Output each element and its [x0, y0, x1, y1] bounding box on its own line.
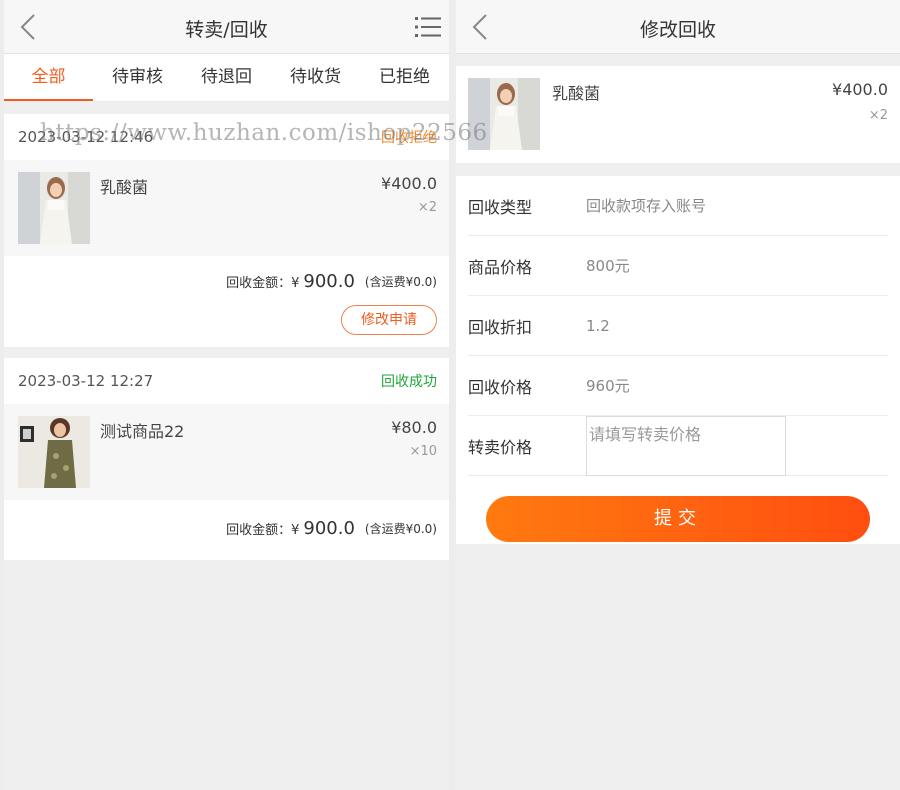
- menu-list-icon[interactable]: [415, 16, 441, 38]
- tab-all[interactable]: 全部: [4, 54, 93, 101]
- shipping-fee: (含运费¥0.0): [364, 274, 437, 289]
- discount-row: 回收折扣 1.2: [468, 296, 888, 356]
- goods-price-row: 商品价格 800元: [468, 236, 888, 296]
- recycle-type-label: 回收类型: [468, 197, 533, 217]
- product-quantity: ×10: [409, 444, 437, 459]
- amount-label: 回收金额：¥: [226, 522, 300, 538]
- product-image: [18, 416, 90, 488]
- order-header: 2023-03-12 12:27 回收成功: [4, 358, 449, 404]
- discount-value: 1.2: [586, 316, 610, 335]
- order-card: 2023-03-12 12:27 回收成功 测试商品22 ¥80.0 ×10 回…: [4, 358, 449, 560]
- resale-price-label: 转卖价格: [468, 437, 533, 457]
- submit-button[interactable]: 提交: [486, 496, 870, 542]
- product-price: ¥400.0: [381, 174, 437, 193]
- amount-value: 900.0: [303, 270, 355, 292]
- modify-recycle-screen: 修改回收 乳酸菌 ¥400.0 ×2 回收类型 回收款项存入账号 商品价格 80…: [456, 0, 900, 790]
- product-price: ¥400.0: [832, 80, 888, 99]
- recycle-form: 回收类型 回收款项存入账号 商品价格 800元 回收折扣 1.2 回收价格 96…: [456, 176, 900, 544]
- tab-pending-review[interactable]: 待审核: [93, 54, 182, 101]
- product-name: 乳酸菌: [100, 178, 149, 197]
- page-title: 转卖/回收: [185, 19, 268, 41]
- order-status: 回收成功: [381, 374, 437, 390]
- order-item[interactable]: 乳酸菌 ¥400.0 ×2: [4, 160, 449, 256]
- product-quantity: ×2: [417, 200, 437, 215]
- order-time: 2023-03-12 12:27: [18, 372, 154, 390]
- header: 转卖/回收: [4, 0, 449, 54]
- goods-price-label: 商品价格: [468, 257, 533, 277]
- resale-price-input[interactable]: 请填写转卖价格: [586, 415, 786, 476]
- header: 修改回收: [456, 0, 900, 54]
- page-title: 修改回收: [639, 19, 716, 41]
- modify-request-button[interactable]: 修改申请: [341, 305, 437, 335]
- goods-price-value: 800元: [586, 257, 630, 275]
- tab-pending-return[interactable]: 待退回: [182, 54, 271, 101]
- amount-value: 900.0: [303, 517, 355, 539]
- recycle-price-value: 960元: [586, 377, 630, 395]
- product-price: ¥80.0: [391, 418, 437, 437]
- order-item[interactable]: 测试商品22 ¥80.0 ×10: [4, 404, 449, 500]
- tab-rejected[interactable]: 已拒绝: [360, 54, 449, 101]
- resale-list-screen: 转卖/回收 全部 待审核 待退回 待收货 已拒绝 2023-03-12 12:4…: [4, 0, 449, 790]
- product-name: 测试商品22: [100, 422, 185, 441]
- order-summary: 回收金额：¥ 900.0 (含运费¥0.0): [4, 256, 449, 306]
- recycle-price-row: 回收价格 960元: [468, 356, 888, 416]
- product-name: 乳酸菌: [552, 84, 601, 103]
- order-card: 2023-03-12 12:46 回收拒绝 乳酸菌 ¥400.0 ×2 回收金额…: [4, 114, 449, 347]
- recycle-type-value: 回收款项存入账号: [586, 197, 707, 215]
- product-image: [18, 172, 90, 244]
- tab-pending-receipt[interactable]: 待收货: [271, 54, 360, 101]
- resale-price-row: 转卖价格 请填写转卖价格: [468, 415, 888, 476]
- recycle-price-label: 回收价格: [468, 377, 533, 397]
- order-summary: 回收金额：¥ 900.0 (含运费¥0.0): [4, 500, 449, 556]
- discount-label: 回收折扣: [468, 317, 533, 337]
- product-quantity: ×2: [868, 108, 888, 123]
- shipping-fee: (含运费¥0.0): [364, 521, 437, 536]
- amount-label: 回收金额：¥: [226, 275, 300, 291]
- product-card: 乳酸菌 ¥400.0 ×2: [456, 66, 900, 163]
- recycle-type-row: 回收类型 回收款项存入账号: [468, 176, 888, 236]
- watermark-text: https://www.huzhan.com/ishop22566: [40, 120, 488, 146]
- status-tabs: 全部 待审核 待退回 待收货 已拒绝: [4, 54, 449, 102]
